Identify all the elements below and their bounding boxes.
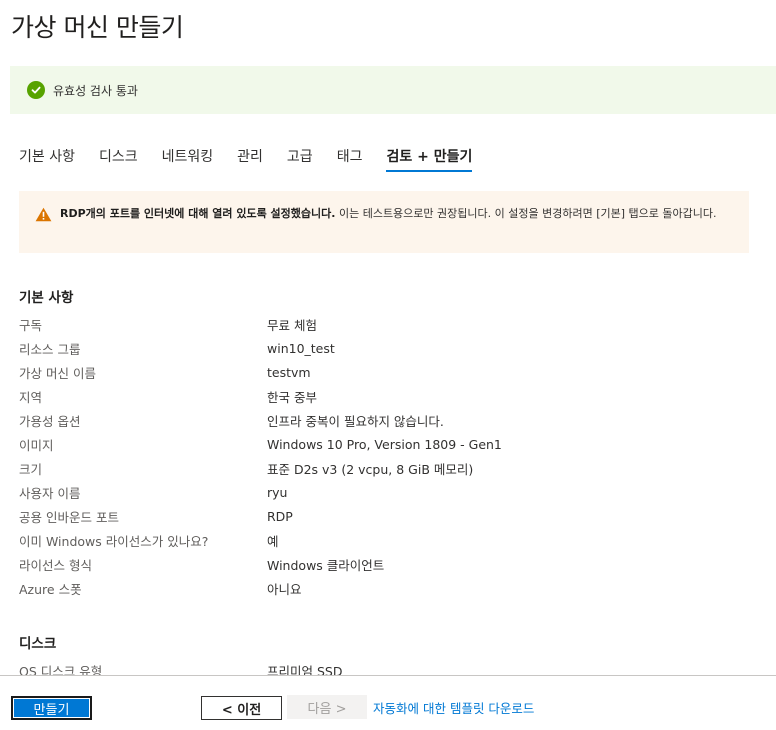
footer-bar: 만들기 < 이전 다음 > 자동화에 대한 템플릿 다운로드 bbox=[0, 675, 776, 730]
tab-basics[interactable]: 기본 사항 bbox=[19, 144, 75, 172]
summary-value: 표준 D2s v3 (2 vcpu, 8 GiB 메모리) bbox=[267, 461, 474, 477]
create-button[interactable]: 만들기 bbox=[11, 696, 92, 720]
download-template-link[interactable]: 자동화에 대한 템플릿 다운로드 bbox=[373, 698, 534, 717]
summary-value: RDP bbox=[267, 508, 293, 524]
summary-row: 이미지 Windows 10 Pro, Version 1809 - Gen1 bbox=[19, 432, 759, 456]
summary-row: 구독 무료 체험 bbox=[19, 312, 759, 336]
summary-value: win10_test bbox=[267, 340, 335, 356]
summary-row: 지역 한국 중부 bbox=[19, 384, 759, 408]
section-title-disks: 디스크 bbox=[19, 636, 57, 652]
section-title-basics: 기본 사항 bbox=[19, 290, 74, 306]
summary-value: 무료 체험 bbox=[267, 317, 317, 333]
summary-value: Windows 클라이언트 bbox=[267, 557, 385, 573]
warning-bold-text: RDP개의 포트를 인터넷에 대해 열려 있도록 설정했습니다. bbox=[60, 207, 336, 220]
summary-label: 리소스 그룹 bbox=[19, 341, 81, 357]
summary-row: 라이선스 형식 Windows 클라이언트 bbox=[19, 552, 759, 576]
previous-button[interactable]: < 이전 bbox=[201, 696, 282, 720]
summary-label: 사용자 이름 bbox=[19, 485, 81, 501]
validation-text: 유효성 검사 통과 bbox=[53, 83, 138, 98]
summary-row: Azure 스폿 아니요 bbox=[19, 576, 759, 600]
summary-value: 예 bbox=[267, 533, 279, 549]
summary-row: 리소스 그룹 win10_test bbox=[19, 336, 759, 360]
summary-label: 크기 bbox=[19, 461, 43, 477]
tab-disks[interactable]: 디스크 bbox=[99, 144, 138, 172]
summary-value: 인프라 중복이 필요하지 않습니다. bbox=[267, 413, 444, 429]
tab-review-create[interactable]: 검토 + 만들기 bbox=[386, 144, 473, 172]
summary-label: 구독 bbox=[19, 317, 43, 333]
basics-summary: 구독 무료 체험 리소스 그룹 win10_test 가상 머신 이름 testvm … bbox=[19, 312, 759, 600]
summary-value: 한국 중부 bbox=[267, 389, 317, 405]
tab-tags[interactable]: 태그 bbox=[337, 144, 363, 172]
warning-banner: RDP개의 포트를 인터넷에 대해 열려 있도록 설정했습니다. 이는 테스트용… bbox=[19, 191, 749, 253]
summary-value: ryu bbox=[267, 484, 288, 500]
summary-row: 가상 머신 이름 testvm bbox=[19, 360, 759, 384]
summary-label: 이미지 bbox=[19, 437, 54, 453]
warning-detail-text: 이는 테스트용으로만 권장됩니다. 이 설정을 변경하려면 [기본] 탭으로 돌… bbox=[335, 207, 717, 220]
summary-label: 지역 bbox=[19, 389, 43, 405]
summary-label: 라이선스 형식 bbox=[19, 557, 92, 573]
warning-message: RDP개의 포트를 인터넷에 대해 열려 있도록 설정했습니다. 이는 테스트용… bbox=[60, 206, 716, 253]
next-button[interactable]: 다음 > bbox=[287, 695, 367, 719]
summary-label: 가용성 옵션 bbox=[19, 413, 81, 429]
summary-label: 이미 Windows 라이선스가 있나요? bbox=[19, 533, 209, 549]
summary-value: 아니요 bbox=[267, 581, 302, 597]
tab-management[interactable]: 관리 bbox=[237, 144, 263, 172]
tab-networking[interactable]: 네트워킹 bbox=[162, 144, 214, 172]
summary-row: 이미 Windows 라이선스가 있나요? 예 bbox=[19, 528, 759, 552]
summary-label: 가상 머신 이름 bbox=[19, 365, 96, 381]
summary-row: 크기 표준 D2s v3 (2 vcpu, 8 GiB 메모리) bbox=[19, 456, 759, 480]
tab-bar: 기본 사항 디스크 네트워킹 관리 고급 태그 검토 + 만들기 bbox=[19, 144, 496, 172]
summary-value: testvm bbox=[267, 364, 311, 380]
summary-label: 공용 인바운드 포트 bbox=[19, 509, 119, 525]
checkmark-circle-icon bbox=[27, 81, 45, 99]
summary-row: 공용 인바운드 포트 RDP bbox=[19, 504, 759, 528]
summary-label: Azure 스폿 bbox=[19, 581, 82, 597]
warning-triangle-icon bbox=[35, 207, 52, 253]
summary-row: 가용성 옵션 인프라 중복이 필요하지 않습니다. bbox=[19, 408, 759, 432]
page-title: 가상 머신 만들기 bbox=[11, 13, 184, 42]
summary-row: 사용자 이름 ryu bbox=[19, 480, 759, 504]
tab-advanced[interactable]: 고급 bbox=[287, 144, 313, 172]
validation-banner: 유효성 검사 통과 bbox=[10, 66, 776, 114]
summary-value: Windows 10 Pro, Version 1809 - Gen1 bbox=[267, 436, 502, 452]
